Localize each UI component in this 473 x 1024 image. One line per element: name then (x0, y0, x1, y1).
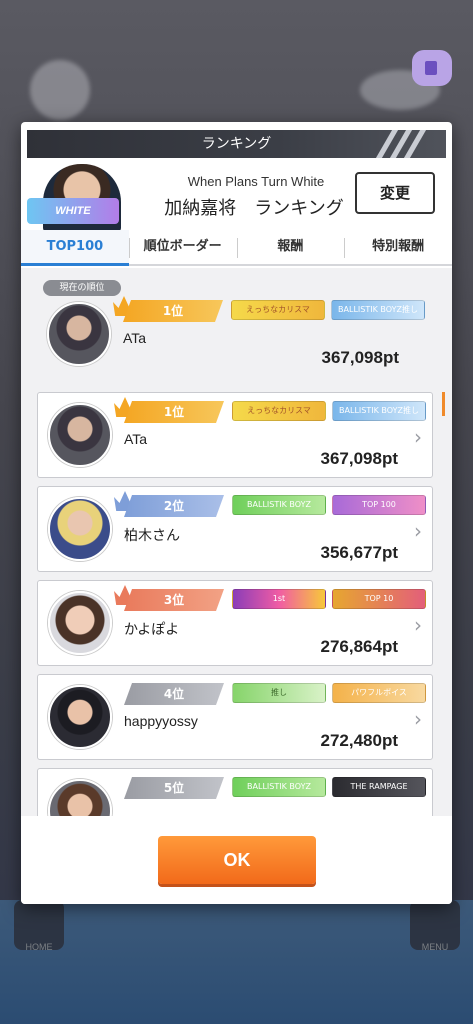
ranking-row[interactable]: 2位 BALLISTIK BOYZ TOP 100 柏木さん 356,677pt… (37, 486, 433, 572)
menu-label: MENU (421, 942, 449, 952)
chevron-right-icon: › (414, 707, 422, 731)
title-badge: えっちなカリスマ (232, 401, 326, 421)
title-badge: BALLISTIK BOYZ (232, 777, 326, 797)
player-name: ATa (124, 431, 148, 447)
dialog-title-bar: ランキング (27, 130, 446, 158)
title-badge: えっちなカリスマ (231, 300, 325, 320)
player-name: 柏木さん (124, 527, 180, 543)
chevron-right-icon: › (414, 425, 422, 449)
ranking-list[interactable]: 現在の順位 1位 えっちなカリスマ BALLISTIK BOYZ推し ATa 3… (21, 268, 452, 816)
player-name: happyyossy (124, 713, 198, 729)
title-stripes-decoration (364, 130, 434, 158)
player-points: 356,677pt (320, 543, 399, 562)
avatar (48, 497, 112, 561)
title-badge: TOP 10 (332, 589, 426, 609)
ranking-title: 加納嘉将 ランキング (164, 198, 344, 219)
player-points: 367,098pt (320, 449, 399, 468)
change-button[interactable]: 変更 (355, 172, 435, 214)
current-rank-row: 1位 えっちなカリスマ BALLISTIK BOYZ推し ATa 367,098… (37, 292, 433, 378)
title-badge: BALLISTIK BOYZ (232, 495, 326, 515)
title-badge: 推し (232, 683, 326, 703)
background-bubble (30, 60, 90, 120)
player-points: 276,864pt (320, 637, 399, 656)
avatar (48, 685, 112, 749)
player-points: 272,480pt (320, 731, 399, 750)
ranking-tabs: TOP100 順位ボーダー 報酬 特別報酬 (21, 230, 452, 266)
rank-badge: 1位 (124, 401, 224, 423)
scrollbar-thumb[interactable] (442, 392, 445, 416)
tab-top100[interactable]: TOP100 (21, 230, 129, 266)
ranking-row[interactable]: 5位 BALLISTIK BOYZ THE RAMPAGE (37, 768, 433, 816)
event-name: When Plans Turn White (187, 174, 325, 189)
background-scene (0, 900, 473, 1024)
rank-badge: 3位 (124, 589, 224, 611)
rank-badge: 2位 (124, 495, 224, 517)
chevron-right-icon: › (414, 613, 422, 637)
ranking-row[interactable]: 4位 推し パワフルボイス happyyossy 272,480pt › (37, 674, 433, 760)
home-nav-button[interactable]: HOME (14, 900, 64, 952)
title-badge: THE RAMPAGE (332, 777, 426, 797)
ok-button[interactable]: OK (158, 836, 316, 884)
tab-rank-border[interactable]: 順位ボーダー (128, 230, 237, 266)
chevron-right-icon: › (414, 519, 422, 543)
player-points: 367,098pt (321, 348, 400, 367)
title-badge: TOP 100 (332, 495, 426, 515)
avatar (48, 403, 112, 467)
menu-nav-button[interactable]: MENU (410, 900, 460, 952)
avatar (48, 779, 112, 816)
ranking-row[interactable]: 3位 1st TOP 10 かよぽよ 276,864pt › (37, 580, 433, 666)
title-badge: BALLISTIK BOYZ推し (331, 300, 425, 320)
rank-badge: 4位 (124, 683, 224, 705)
rank-badge: 1位 (123, 300, 223, 322)
home-label: HOME (25, 942, 53, 952)
ranking-dialog: ランキング WHITE When Plans Turn White 加納嘉将 ラ… (21, 122, 452, 904)
event-logo: WHITE (27, 198, 119, 224)
tab-special-rewards[interactable]: 特別報酬 (344, 230, 452, 266)
avatar (48, 591, 112, 655)
dialog-title: ランキング (201, 136, 272, 152)
video-icon[interactable] (412, 50, 452, 86)
player-name: かよぽよ (124, 621, 180, 637)
rank-badge: 5位 (124, 777, 224, 799)
title-badge: 1st (232, 589, 326, 609)
title-badge: パワフルボイス (332, 683, 426, 703)
event-header: WHITE When Plans Turn White 加納嘉将 ランキング 変… (21, 158, 452, 232)
title-badge: BALLISTIK BOYZ推し (332, 401, 426, 421)
player-name: ATa (123, 330, 147, 346)
avatar (47, 302, 111, 366)
ranking-row[interactable]: 1位 えっちなカリスマ BALLISTIK BOYZ推し ATa 367,098… (37, 392, 433, 478)
dialog-footer: OK (21, 816, 452, 904)
tab-rewards[interactable]: 報酬 (236, 230, 345, 266)
